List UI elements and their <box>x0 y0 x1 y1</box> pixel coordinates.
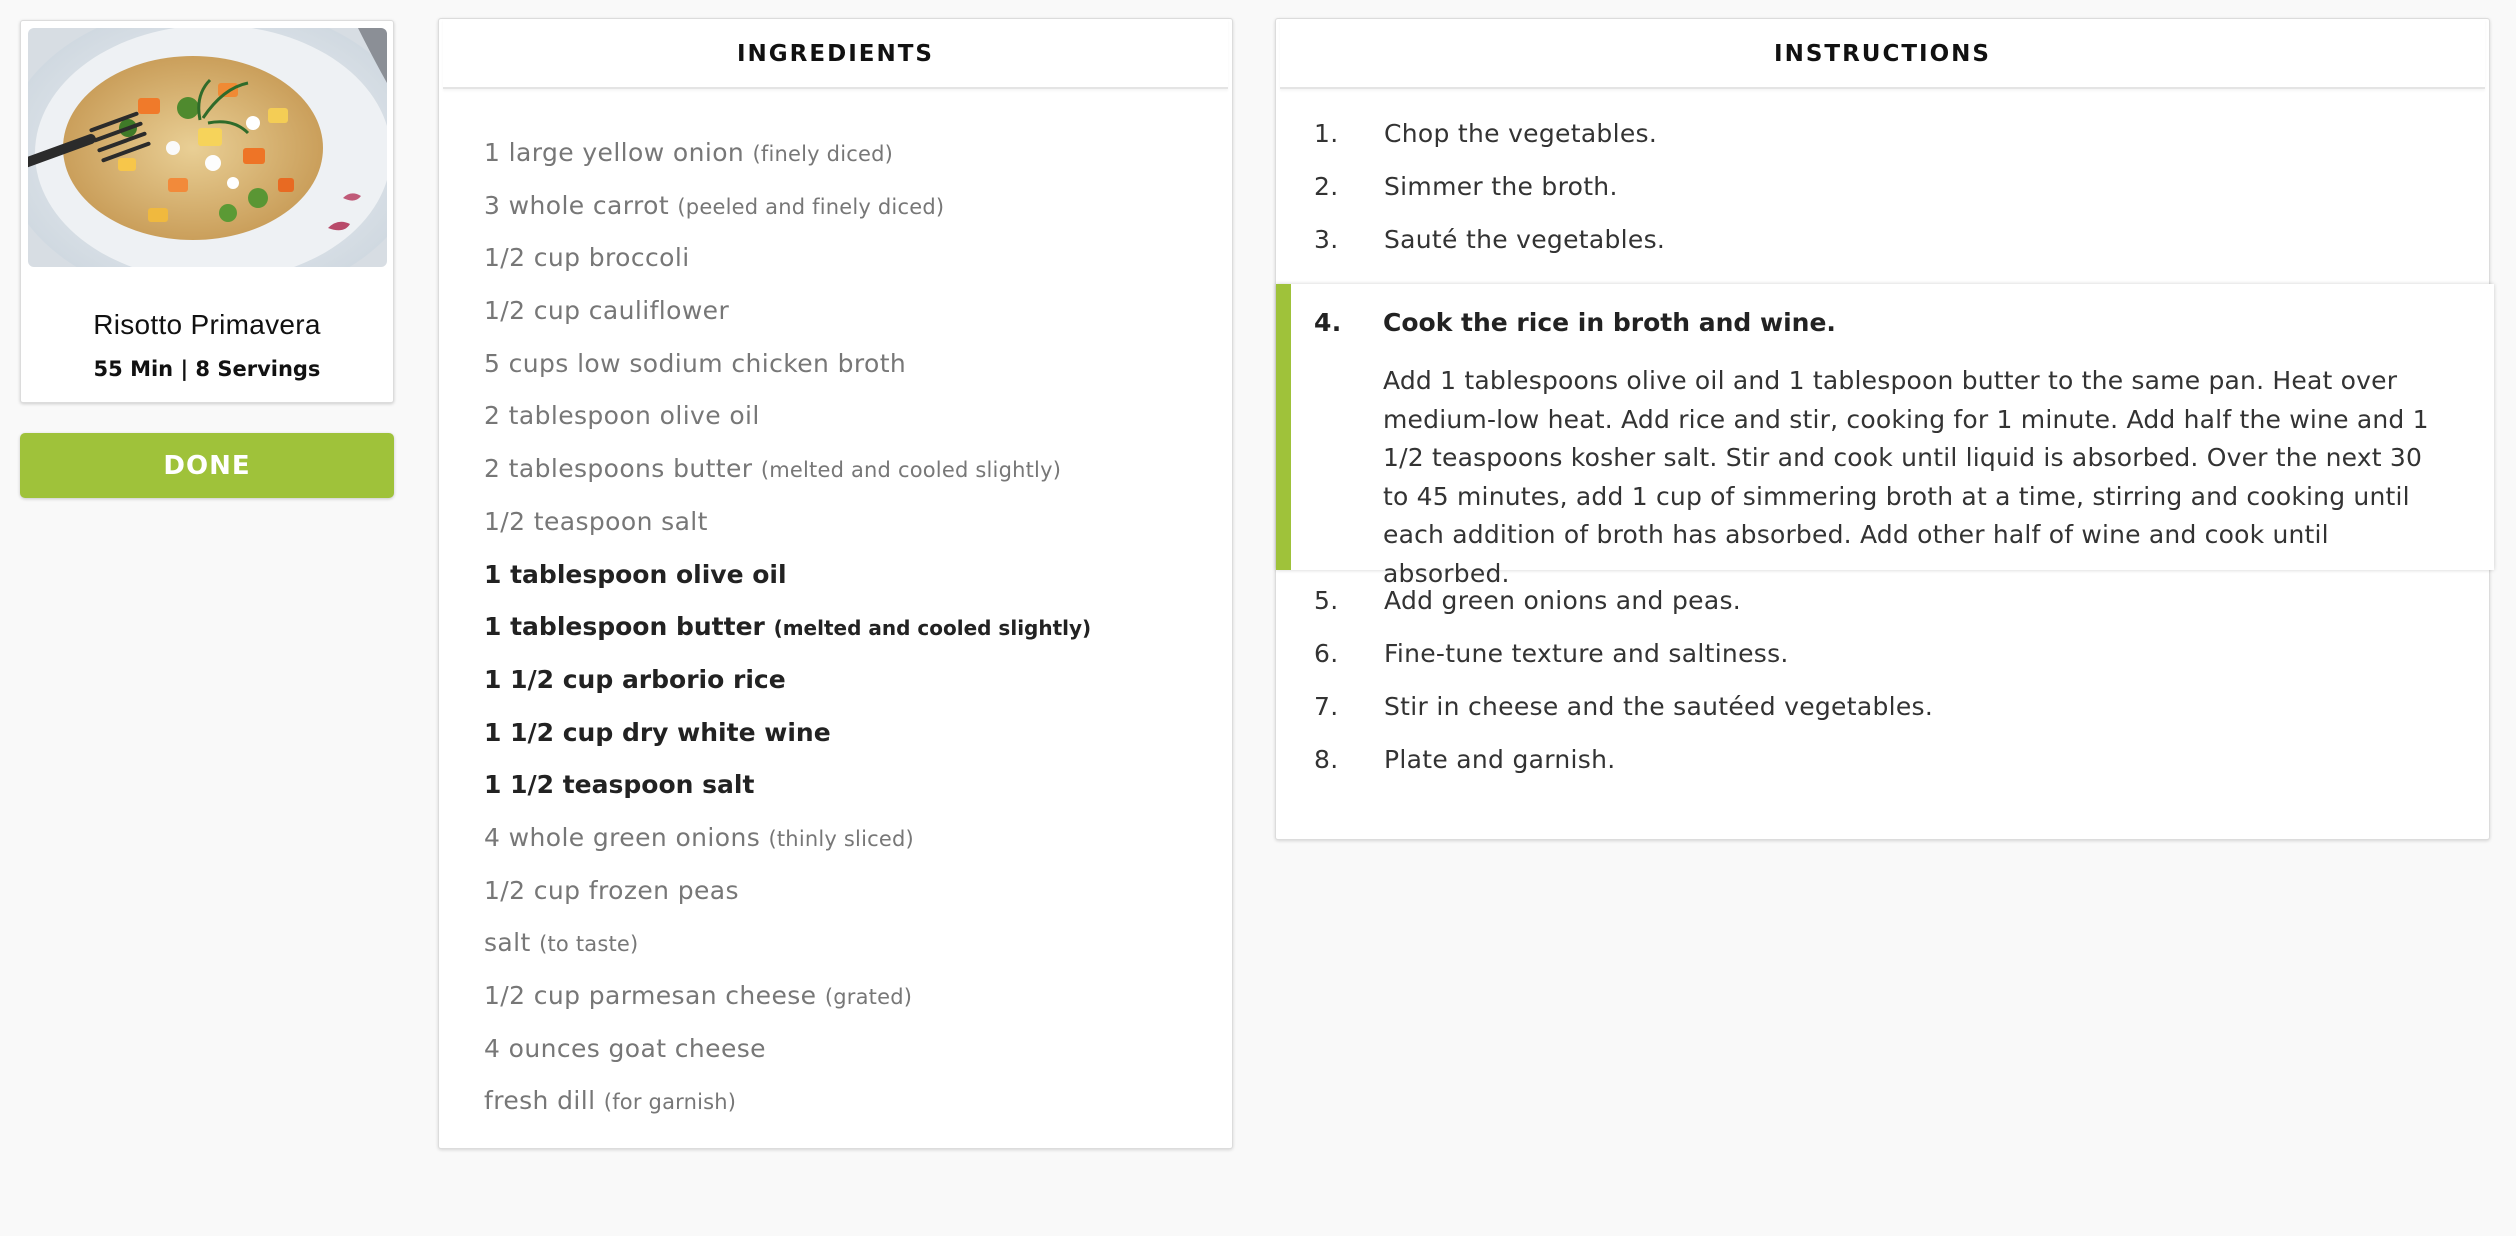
ingredients-panel: INGREDIENTS 1 large yellow onion (finely… <box>438 18 1233 1149</box>
ingredient-text: 3 whole carrot <box>484 190 670 220</box>
step-title: Add green onions and peas. <box>1384 586 1742 615</box>
ingredient-item[interactable]: 1 large yellow onion (finely diced) <box>484 138 1091 191</box>
ingredient-text: 1/2 cup broccoli <box>484 243 690 273</box>
ingredient-item[interactable]: 1 1/2 cup arborio rice <box>484 665 1091 718</box>
step-item[interactable]: 7. Stir in cheese and the sautéed vegetab… <box>1276 692 2489 745</box>
ingredient-item[interactable]: fresh dill (for garnish) <box>484 1086 1091 1139</box>
ingredient-item[interactable]: 4 whole green onions (thinly sliced) <box>484 823 1091 876</box>
ingredient-item[interactable]: 1/2 cup frozen peas <box>484 876 1091 929</box>
ingredient-text: 5 cups low sodium chicken broth <box>484 348 907 378</box>
step-item[interactable]: 3. Sauté the vegetables. <box>1276 225 2489 278</box>
ingredient-item[interactable]: 2 tablespoon olive oil <box>484 401 1091 454</box>
ingredient-text: 1 large yellow onion <box>484 138 745 167</box>
ingredient-text: 1 tablespoon butter <box>484 612 765 642</box>
step-title: Cook the rice in broth and wine. <box>1383 308 1836 337</box>
step-title: Simmer the broth. <box>1384 172 1618 201</box>
risotto-photo-icon <box>28 28 387 267</box>
ingredient-item[interactable]: salt (to taste) <box>484 928 1091 981</box>
recipe-title: Risotto Primavera <box>93 309 321 340</box>
recipe-photo <box>28 28 387 267</box>
ingredient-note: (for garnish) <box>603 1090 737 1115</box>
step-detail: Add 1 tablespoons olive oil and 1 tables… <box>1383 366 2429 588</box>
ingredient-item[interactable]: 1/2 teaspoon salt <box>484 507 1091 560</box>
ingredient-note: (melted and cooled slightly) <box>760 458 1062 483</box>
step-number: 6. <box>1314 639 1339 668</box>
ingredient-text: 1/2 cup frozen peas <box>484 875 739 905</box>
step-number: 1. <box>1314 119 1339 148</box>
ingredient-text: 1/2 cup parmesan cheese <box>484 981 817 1010</box>
ingredient-text: 2 tablespoon olive oil <box>484 401 760 431</box>
ingredient-text: 4 whole green onions <box>484 822 761 852</box>
ingredient-text: 1 1/2 cup dry white wine <box>484 717 831 747</box>
step-item-active[interactable]: 4. Cook the rice in broth and wine. Add 1 … <box>1276 284 2494 588</box>
ingredient-item[interactable]: 1 1/2 cup dry white wine <box>484 718 1091 771</box>
step-item[interactable]: 5. Add green onions and peas. <box>1276 586 2489 639</box>
done-button[interactable]: DONE <box>20 433 394 498</box>
ingredient-note: (finely diced) <box>752 142 894 166</box>
ingredient-item[interactable]: 1/2 cup broccoli <box>484 243 1091 296</box>
ingredient-item[interactable]: 4 ounces goat cheese <box>484 1034 1091 1087</box>
ingredient-text: 4 ounces goat cheese <box>484 1033 766 1063</box>
step-title: Plate and garnish. <box>1384 745 1616 774</box>
ingredient-item[interactable]: 1 tablespoon olive oil <box>484 560 1091 613</box>
step-number: 5. <box>1314 586 1339 615</box>
step-item[interactable]: 8. Plate and garnish. <box>1276 745 2489 798</box>
instructions-panel: INSTRUCTIONS 1. Chop the vegetables. 2. Sim… <box>1275 18 2494 840</box>
ingredient-text: 1 tablespoon olive oil <box>484 559 787 589</box>
instructions-header: INSTRUCTIONS <box>1280 19 2485 89</box>
ingredient-text: 1 1/2 teaspoon salt <box>484 770 755 800</box>
ingredient-note: (melted and cooled slightly) <box>773 616 1092 641</box>
recipe-meta: 55 Min | 8 Servings <box>93 357 321 381</box>
ingredient-list: 1 large yellow onion (finely diced) 3 who… <box>484 138 1091 1139</box>
step-title: Fine-tune texture and saltiness. <box>1384 639 1789 668</box>
ingredient-text: fresh dill <box>484 1086 596 1116</box>
step-number: 4. <box>1314 308 1342 337</box>
ingredients-header: INGREDIENTS <box>443 19 1228 89</box>
ingredient-text: 2 tablespoons butter <box>484 454 753 484</box>
ingredient-text: 1 1/2 cup arborio rice <box>484 664 786 694</box>
step-item[interactable]: 6. Fine-tune texture and saltiness. <box>1276 639 2489 692</box>
step-title: Sauté the vegetables. <box>1384 225 1666 254</box>
step-number: 2. <box>1314 172 1339 201</box>
ingredient-item[interactable]: 1 tablespoon butter (melted and cooled s… <box>484 612 1091 665</box>
ingredient-item[interactable]: 1/2 cup cauliflower <box>484 296 1091 349</box>
ingredient-note: (thinly sliced) <box>768 826 914 851</box>
ingredient-text: 1/2 cup cauliflower <box>484 296 730 326</box>
ingredient-item[interactable]: 1 1/2 teaspoon salt <box>484 770 1091 823</box>
step-number: 8. <box>1314 745 1339 774</box>
step-number: 7. <box>1314 692 1339 721</box>
ingredient-item[interactable]: 2 tablespoons butter (melted and cooled … <box>484 454 1091 507</box>
step-item[interactable]: 1. Chop the vegetables. <box>1276 119 2489 172</box>
step-item[interactable]: 2. Simmer the broth. <box>1276 172 2489 225</box>
ingredient-item[interactable]: 1/2 cup parmesan cheese (grated) <box>484 981 1091 1034</box>
step-list: 1. Chop the vegetables. 2. Simmer the broth… <box>1276 119 2494 798</box>
ingredient-note: (grated) <box>824 985 913 1009</box>
step-title: Chop the vegetables. <box>1384 119 1658 148</box>
ingredient-item[interactable]: 3 whole carrot (peeled and finely diced) <box>484 191 1091 244</box>
ingredient-note: (to taste) <box>539 932 639 957</box>
step-number: 3. <box>1314 225 1339 254</box>
ingredient-item[interactable]: 5 cups low sodium chicken broth <box>484 349 1091 402</box>
ingredient-text: 1/2 teaspoon salt <box>484 506 708 536</box>
ingredient-note: (peeled and finely diced) <box>677 194 945 219</box>
recipe-card: Risotto Primavera 55 Min | 8 Servings <box>20 20 394 403</box>
ingredient-text: salt <box>484 928 531 958</box>
step-title: Stir in cheese and the sautéed vegetable… <box>1384 692 1934 721</box>
